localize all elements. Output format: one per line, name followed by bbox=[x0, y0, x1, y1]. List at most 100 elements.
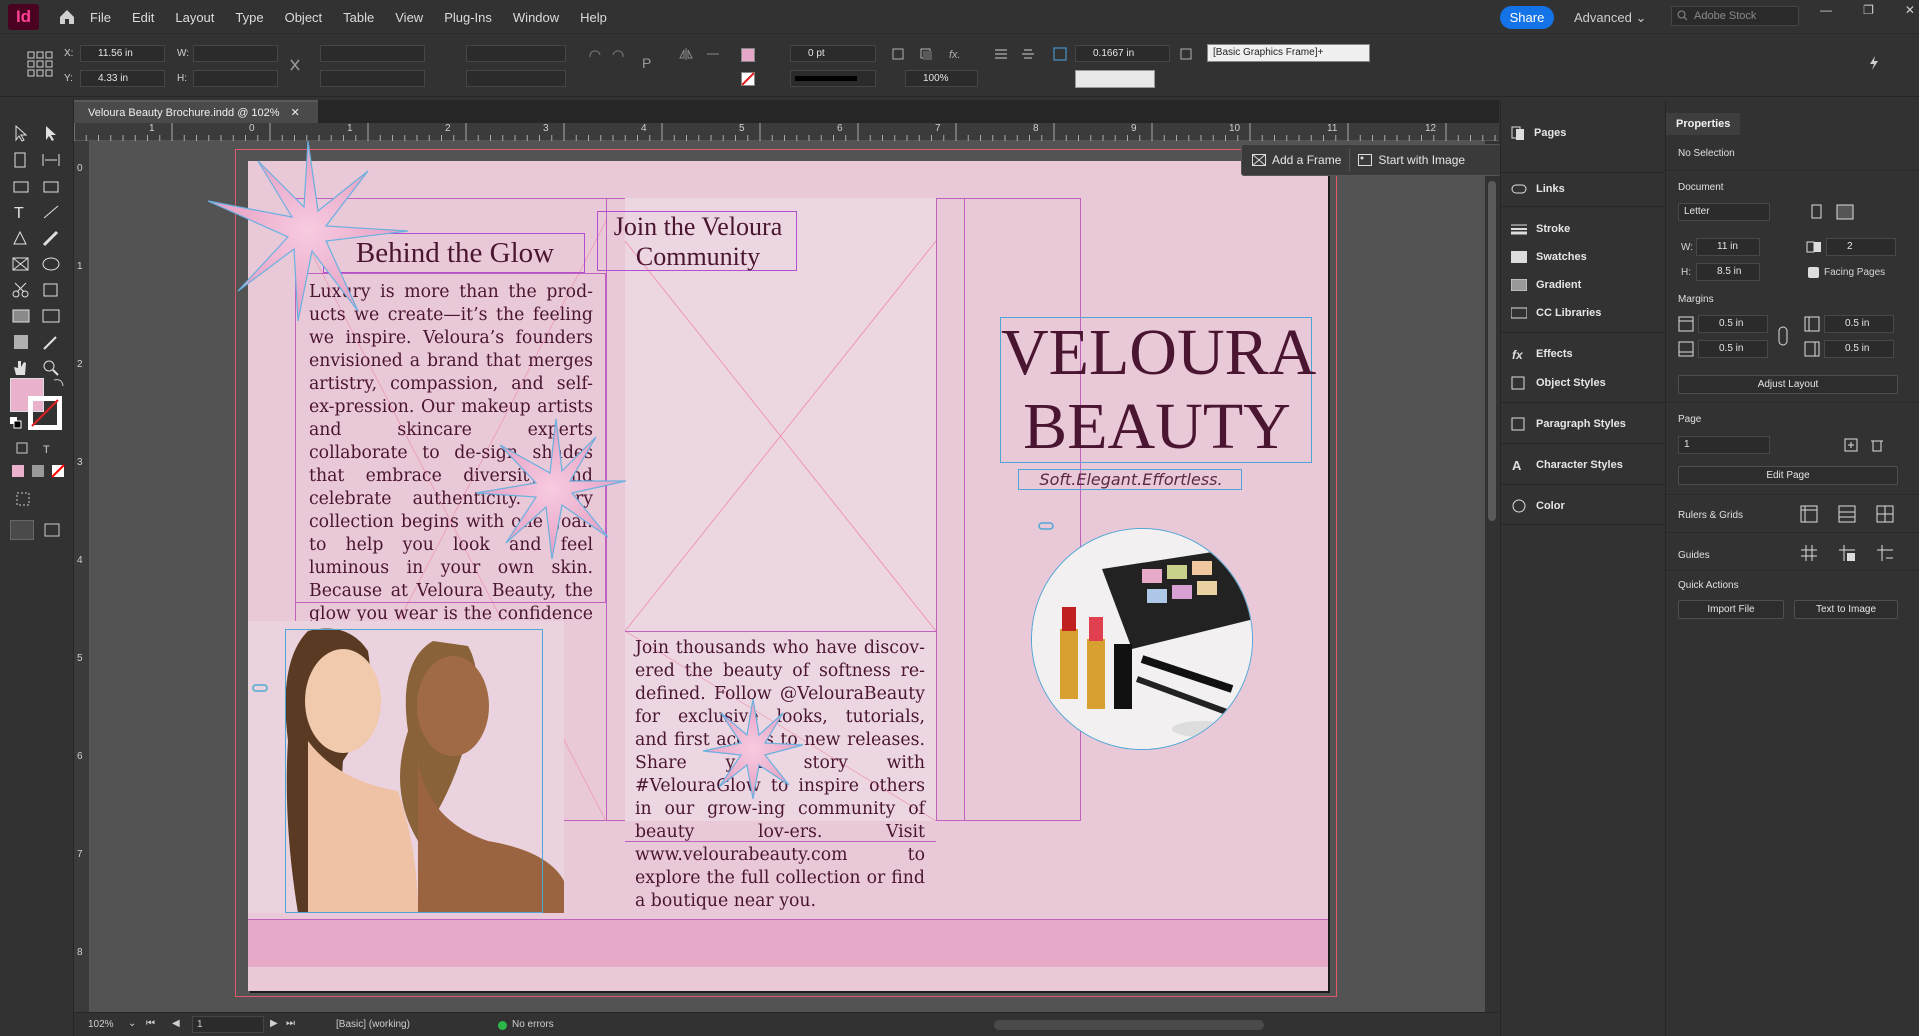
next-page-icon[interactable]: ▶ bbox=[270, 1018, 278, 1029]
panel-paragraph-styles[interactable]: Paragraph Styles bbox=[1511, 413, 1626, 435]
properties-tab[interactable]: Properties bbox=[1666, 113, 1919, 135]
start-with-image-button[interactable]: Start with Image bbox=[1378, 153, 1465, 167]
scale-x-dropdown[interactable] bbox=[320, 45, 425, 62]
x-position-field[interactable]: 11.56 in bbox=[80, 45, 165, 62]
align-center-icon[interactable] bbox=[1020, 46, 1036, 62]
baseline-grid-icon[interactable] bbox=[1838, 505, 1856, 523]
margin-top-field[interactable]: 0.5 in bbox=[1698, 315, 1768, 333]
apply-color-icons[interactable] bbox=[10, 464, 66, 478]
add-frame-button[interactable]: Add a Frame bbox=[1272, 153, 1341, 167]
pages-count-field[interactable]: 2 bbox=[1826, 238, 1896, 256]
panel-swatches[interactable]: Swatches bbox=[1511, 246, 1587, 268]
menu-edit[interactable]: Edit bbox=[132, 10, 154, 25]
lock-guides-icon[interactable] bbox=[1838, 544, 1856, 562]
preview-mode-icon[interactable] bbox=[44, 522, 60, 538]
restore-icon[interactable]: ❐ bbox=[1863, 3, 1874, 19]
flip-horizontal-icon[interactable] bbox=[678, 46, 694, 62]
rectangle-frame-tool-icon[interactable] bbox=[10, 254, 32, 274]
page-select-dropdown[interactable]: 1 bbox=[1678, 436, 1770, 454]
makeup-photo[interactable] bbox=[1031, 528, 1253, 750]
pencil-tool-icon[interactable] bbox=[40, 228, 62, 248]
menu-file[interactable]: File bbox=[90, 10, 111, 25]
panel-pages[interactable]: Pages bbox=[1511, 122, 1566, 144]
menu-plugins[interactable]: Plug-Ins bbox=[444, 10, 492, 25]
scrollbar-thumb[interactable] bbox=[1488, 181, 1496, 521]
horizontal-scrollbar[interactable] bbox=[994, 1020, 1264, 1030]
drop-shadow-icon[interactable] bbox=[918, 46, 934, 62]
lightning-icon[interactable] bbox=[1866, 55, 1882, 71]
rotate-cw-icon[interactable] bbox=[587, 47, 603, 63]
adobe-stock-search[interactable]: Adobe Stock bbox=[1671, 6, 1799, 26]
panel-effects[interactable]: fx Effects bbox=[1511, 343, 1573, 365]
margin-link-icon[interactable] bbox=[1776, 325, 1790, 347]
panel-object-styles[interactable]: Object Styles bbox=[1511, 372, 1606, 394]
normal-view-button[interactable] bbox=[10, 520, 34, 540]
heading-frame-2[interactable]: Join the Veloura Community bbox=[597, 211, 797, 271]
note-tool-icon[interactable] bbox=[10, 332, 32, 352]
rotate-ccw-icon[interactable] bbox=[610, 47, 626, 63]
corner-options-icon[interactable] bbox=[890, 46, 906, 62]
selected-image-frame[interactable] bbox=[285, 629, 543, 913]
selection-tool-icon[interactable] bbox=[10, 124, 32, 144]
select-container-icon[interactable]: P bbox=[640, 55, 656, 71]
prev-page-icon[interactable]: ◀ bbox=[172, 1018, 180, 1029]
ellipse-tool-icon[interactable] bbox=[40, 254, 62, 274]
edit-page-button[interactable]: Edit Page bbox=[1678, 466, 1898, 485]
home-icon[interactable] bbox=[58, 8, 76, 26]
stroke-color-swatch[interactable] bbox=[1075, 70, 1155, 88]
flip-vertical-icon[interactable] bbox=[705, 46, 721, 62]
margin-left-field[interactable]: 0.5 in bbox=[1824, 315, 1894, 333]
panel-cc-libraries[interactable]: CC Libraries bbox=[1511, 302, 1601, 324]
vertical-scrollbar[interactable] bbox=[1485, 141, 1499, 1012]
fit-frame-icon[interactable] bbox=[1052, 46, 1068, 62]
last-page-icon[interactable]: ⏭ bbox=[286, 1018, 295, 1029]
menu-object[interactable]: Object bbox=[285, 10, 323, 25]
import-file-button[interactable]: Import File bbox=[1678, 600, 1784, 619]
line-tool-icon[interactable] bbox=[40, 202, 62, 222]
page-number-field[interactable]: 1 bbox=[192, 1016, 264, 1033]
menu-view[interactable]: View bbox=[395, 10, 423, 25]
panel-stroke[interactable]: Stroke bbox=[1511, 218, 1570, 240]
formatting-container-icon[interactable] bbox=[16, 442, 28, 454]
panel-character-styles[interactable]: A Character Styles bbox=[1511, 454, 1623, 476]
formatting-text-icon[interactable]: T bbox=[42, 442, 54, 454]
document-width-field[interactable]: 11 in bbox=[1696, 238, 1760, 256]
text-wrap-icon[interactable] bbox=[1178, 46, 1194, 62]
delete-page-icon[interactable] bbox=[1870, 438, 1884, 452]
stroke-type-dropdown[interactable] bbox=[790, 70, 876, 87]
text-to-image-button[interactable]: Text to Image bbox=[1794, 600, 1898, 619]
link-icon[interactable] bbox=[1038, 521, 1054, 531]
document-grid-icon[interactable] bbox=[1876, 505, 1894, 523]
first-page-icon[interactable]: ⏮ bbox=[146, 1018, 155, 1029]
add-page-icon[interactable] bbox=[1844, 438, 1858, 452]
scale-y-dropdown[interactable] bbox=[320, 70, 425, 87]
page-tool-icon[interactable] bbox=[10, 150, 32, 170]
direct-selection-tool-icon[interactable] bbox=[40, 124, 62, 144]
document-height-field[interactable]: 8.5 in bbox=[1696, 263, 1760, 281]
minimize-icon[interactable]: — bbox=[1820, 3, 1832, 19]
workspace-switcher[interactable]: Advanced ⌄ bbox=[1574, 10, 1646, 26]
stroke-none-swatch[interactable] bbox=[741, 72, 755, 86]
swap-colors-icon[interactable] bbox=[52, 376, 66, 390]
gap-tool-icon[interactable] bbox=[40, 150, 62, 170]
reference-field[interactable]: 0.1667 in bbox=[1075, 45, 1170, 62]
close-icon[interactable]: ✕ bbox=[1905, 3, 1915, 19]
y-position-field[interactable]: 4.33 in bbox=[80, 70, 165, 87]
landscape-orientation-icon[interactable] bbox=[1836, 204, 1854, 220]
stroke-color-box[interactable] bbox=[28, 396, 62, 430]
effects-fx-icon[interactable]: fx. bbox=[948, 46, 964, 62]
object-style-dropdown[interactable]: [Basic Graphics Frame]+ bbox=[1207, 44, 1370, 62]
brochure-page[interactable]: Behind the Glow Luxury is more than the … bbox=[208, 141, 1328, 991]
menu-table[interactable]: Table bbox=[343, 10, 374, 25]
screen-mode-icon[interactable] bbox=[16, 492, 30, 506]
panel-color[interactable]: Color bbox=[1511, 495, 1565, 517]
preflight-profile[interactable]: [Basic] (working) bbox=[336, 1019, 410, 1030]
link-icon[interactable] bbox=[252, 683, 268, 693]
ruler-icon[interactable] bbox=[1800, 505, 1818, 523]
menu-type[interactable]: Type bbox=[235, 10, 263, 25]
shear-dropdown[interactable] bbox=[466, 70, 566, 87]
menu-layout[interactable]: Layout bbox=[175, 10, 214, 25]
constrain-proportions-icon[interactable] bbox=[287, 57, 303, 73]
rotate-dropdown[interactable] bbox=[466, 45, 566, 62]
chevron-down-icon[interactable]: ⌄ bbox=[128, 1018, 136, 1029]
